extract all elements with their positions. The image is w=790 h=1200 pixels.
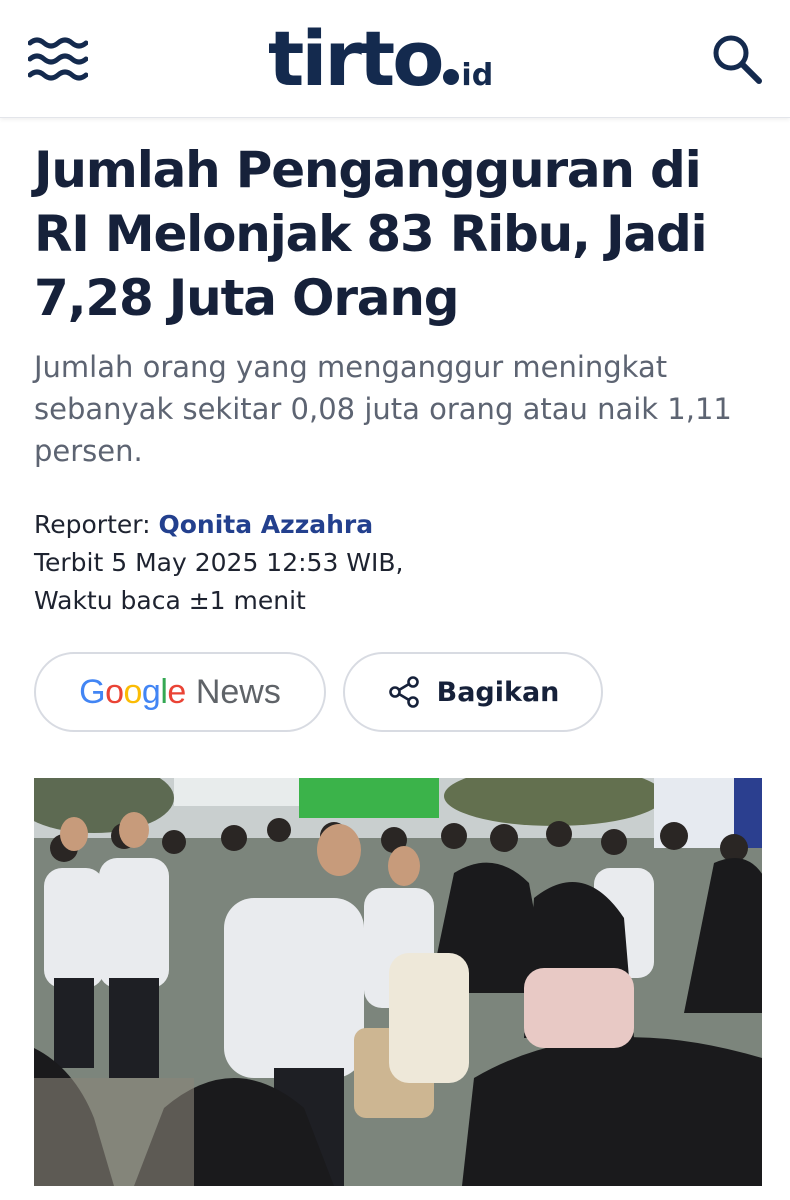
reporter-name-link[interactable]: Qonita Azzahra bbox=[158, 510, 373, 539]
article-title: Jumlah Pengangguran di RI Melonjak 83 Ri… bbox=[34, 141, 708, 327]
search-icon bbox=[713, 35, 762, 84]
top-bar: tirto id bbox=[0, 0, 790, 118]
publish-date: Terbit 5 May 2025 12:53 WIB, bbox=[34, 548, 404, 577]
site-logo[interactable]: tirto id bbox=[268, 14, 493, 104]
logo-wordmark: tirto bbox=[268, 14, 444, 103]
google-letter: G bbox=[79, 672, 106, 711]
google-letter: g bbox=[141, 672, 161, 711]
search-button[interactable] bbox=[708, 30, 766, 88]
reporter-label: Reporter: bbox=[34, 510, 151, 539]
article-meta: Reporter: Qonita Azzahra Terbit 5 May 20… bbox=[34, 506, 754, 620]
google-letter: o bbox=[105, 672, 124, 711]
menu-wave-icon bbox=[27, 37, 89, 81]
logo-domain: id bbox=[461, 58, 494, 93]
reporter-line: Reporter: Qonita Azzahra bbox=[34, 506, 754, 544]
logo-dot bbox=[443, 69, 460, 85]
article-lede: Jumlah orang yang menganggur meningkat s… bbox=[34, 350, 732, 468]
google-letter: e bbox=[167, 672, 186, 711]
share-button[interactable]: Bagikan bbox=[343, 652, 603, 732]
menu-button[interactable] bbox=[27, 36, 89, 82]
crowd-photo-illustration bbox=[34, 778, 762, 1186]
google-news-logo: Google bbox=[79, 673, 186, 712]
share-label: Bagikan bbox=[436, 676, 560, 708]
share-icon bbox=[388, 676, 419, 708]
google-letter: o bbox=[123, 672, 143, 711]
news-label: News bbox=[195, 672, 281, 711]
article-photo bbox=[34, 778, 762, 1186]
google-news-button[interactable]: Google News bbox=[34, 652, 326, 732]
read-time: Waktu baca ±1 menit bbox=[34, 586, 306, 615]
